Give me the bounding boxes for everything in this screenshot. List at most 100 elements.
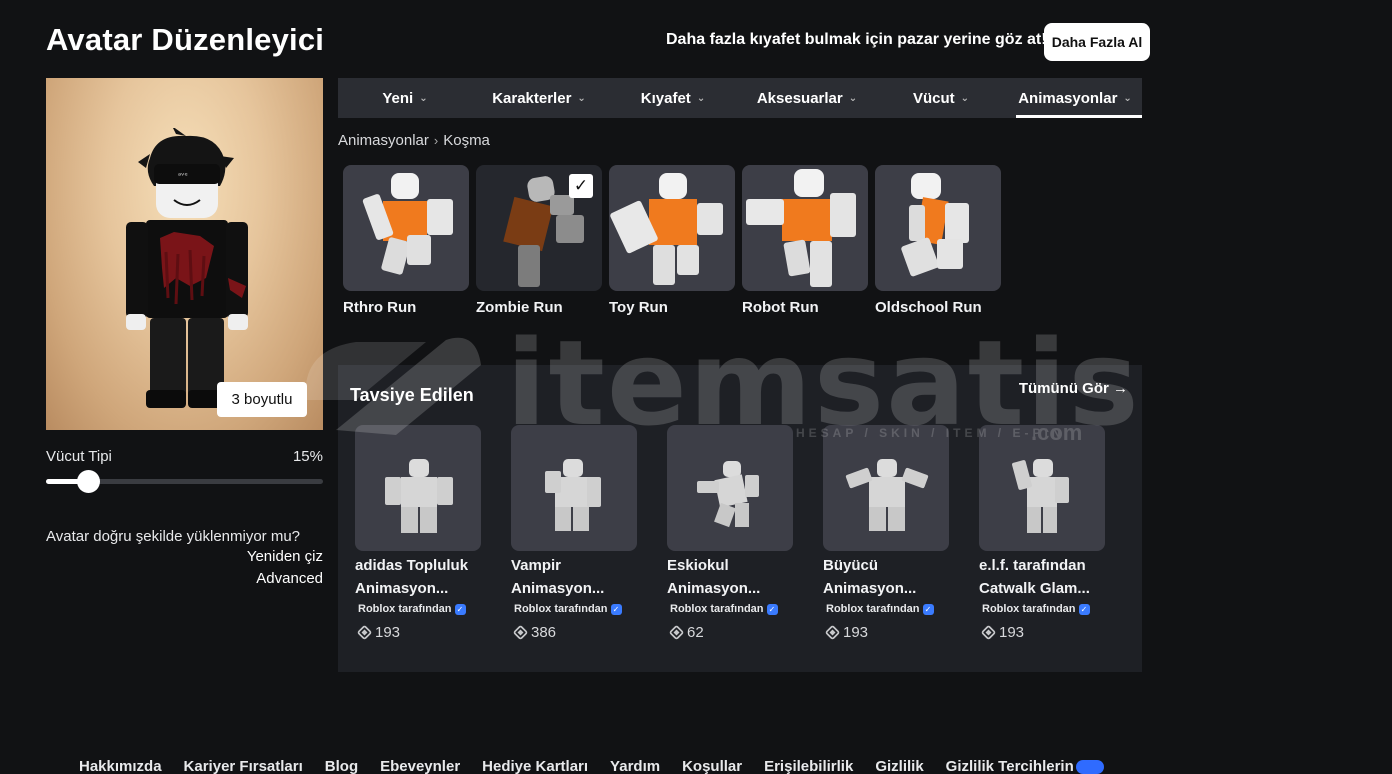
redraw-link[interactable]: Yeniden çiz [247, 548, 323, 565]
tab-animations[interactable]: Animasyonlar ⌄ [1008, 78, 1142, 118]
verified-badge-icon: ✓ [922, 603, 934, 615]
price-value: 193 [843, 624, 869, 641]
run-animation-figure [610, 173, 723, 285]
item-thumbnail [742, 165, 868, 291]
see-all-link[interactable]: Tümünü Gör → [1019, 380, 1128, 397]
recommended-item[interactable]: Vampir Animasyon... Roblox tarafından ✓ 3… [511, 425, 637, 641]
advanced-link[interactable]: Advanced [256, 570, 323, 587]
get-more-button[interactable]: Daha Fazla Al [1044, 23, 1150, 61]
footer-link-careers[interactable]: Kariyer Fırsatları [184, 758, 303, 774]
svg-text:ᵃᵛᵉ: ᵃᵛᵉ [178, 171, 188, 180]
run-animation-figure [901, 173, 969, 277]
creator-label: Roblox tarafından [826, 603, 920, 615]
footer-link-privacy-choices[interactable]: Gizlilik Tercihlerin [946, 758, 1104, 774]
item-creator: Roblox tarafından ✓ [823, 603, 949, 615]
chevron-right-icon: › [433, 133, 439, 148]
item-name: Robot Run [742, 299, 819, 316]
creator-label: Roblox tarafından [982, 603, 1076, 615]
equipped-check-icon[interactable]: ✓ [569, 174, 593, 198]
animation-pack-figure [1012, 459, 1069, 533]
animation-pack-figure [385, 459, 453, 533]
item-card[interactable]: Robot Run [742, 165, 868, 316]
item-card[interactable]: ✓ Zombie Run [476, 165, 602, 316]
body-type-slider[interactable] [46, 470, 323, 493]
chevron-down-icon: ⌄ [960, 92, 970, 104]
footer-link-parents[interactable]: Ebeveynler [380, 758, 460, 774]
item-card[interactable]: Toy Run [609, 165, 735, 316]
item-price: 193 [979, 624, 1105, 641]
tab-label: Kıyafet [640, 89, 691, 107]
item-thumbnail [609, 165, 735, 291]
category-tabs: Yeni ⌄ Karakterler ⌄ Kıyafet ⌄ Aksesuarlar ⌄… [338, 78, 1142, 118]
robux-icon [980, 624, 997, 641]
footer-link-help[interactable]: Yardım [610, 758, 660, 774]
item-name: Zombie Run [476, 299, 563, 316]
tab-accessories[interactable]: Aksesuarlar ⌄ [740, 78, 874, 118]
avatar-preview[interactable]: ᵃᵛᵉ 3 boyutlu [46, 78, 323, 430]
verified-badge-icon: ✓ [454, 603, 466, 615]
chevron-down-icon: ⌄ [577, 92, 586, 104]
item-creator: Roblox tarafından ✓ [667, 603, 793, 615]
item-thumbnail [667, 425, 793, 551]
item-name: adidas Topluluk Animasyon... [355, 557, 469, 597]
footer-link-accessibility[interactable]: Erişilebilirlik [764, 758, 853, 774]
item-thumbnail [875, 165, 1001, 291]
recommended-section: Tavsiye Edilen Tümünü Gör → adidas Toplu… [338, 365, 1142, 672]
footer-link-gift-cards[interactable]: Hediye Kartları [482, 758, 588, 774]
item-creator: Roblox tarafından ✓ [511, 603, 637, 615]
slider-thumb[interactable] [76, 470, 100, 493]
price-value: 62 [687, 624, 704, 641]
run-animation-figure [746, 169, 856, 287]
tab-body[interactable]: Vücut ⌄ [874, 78, 1008, 118]
chevron-down-icon: ⌄ [1123, 92, 1132, 104]
tab-label: Aksesuarlar [756, 89, 843, 107]
view-3d-button[interactable]: 3 boyutlu [217, 382, 307, 417]
item-thumbnail [511, 425, 637, 551]
item-name: Büyücü Animasyon... [823, 557, 917, 597]
footer-link-terms[interactable]: Koşullar [682, 758, 742, 774]
tab-characters[interactable]: Karakterler ⌄ [472, 78, 606, 118]
page-title: Avatar Düzenleyici [46, 22, 325, 57]
item-name: Rthro Run [343, 299, 417, 316]
item-thumbnail [343, 165, 469, 291]
creator-label: Roblox tarafından [514, 603, 608, 615]
verified-badge-icon: ✓ [610, 603, 622, 615]
price-value: 386 [531, 624, 557, 641]
item-name: Oldschool Run [875, 299, 982, 316]
item-price: 386 [511, 624, 637, 641]
item-name: Vampir Animasyon... [511, 557, 605, 597]
footer-link-blog[interactable]: Blog [325, 758, 358, 774]
chevron-down-icon: ⌄ [419, 92, 428, 104]
recommended-item[interactable]: Eskiokul Animasyon... Roblox tarafından ✓… [667, 425, 793, 641]
item-name: Toy Run [609, 299, 668, 316]
recommended-item[interactable]: e.l.f. tarafından Catwalk Glam... Roblox… [979, 425, 1105, 641]
verified-badge-icon: ✓ [766, 603, 778, 615]
tab-label: Vücut [912, 89, 955, 107]
breadcrumb-parent[interactable]: Animasyonlar [338, 132, 429, 149]
recommended-title: Tavsiye Edilen [350, 385, 474, 405]
footer-link-privacy[interactable]: Gizlilik [875, 758, 923, 774]
item-creator: Roblox tarafından ✓ [355, 603, 481, 615]
item-thumbnail [355, 425, 481, 551]
footer-link-about[interactable]: Hakkımızda [79, 758, 162, 774]
item-thumbnail [823, 425, 949, 551]
item-grid: Rthro Run ✓ Zombie Run Toy Run Robot Run… [343, 165, 1001, 316]
load-help-text: Avatar doğru şekilde yüklenmiyor mu? [46, 528, 301, 545]
item-price: 193 [823, 624, 949, 641]
tab-label: Karakterler [492, 89, 572, 107]
tab-new[interactable]: Yeni ⌄ [338, 78, 472, 118]
robux-icon [356, 624, 373, 641]
item-card[interactable]: Oldschool Run [875, 165, 1001, 316]
privacy-choices-label: Gizlilik Tercihlerin [945, 758, 1074, 774]
item-price: 193 [355, 624, 481, 641]
animation-pack-figure [845, 459, 929, 531]
verified-badge-icon: ✓ [1078, 603, 1090, 615]
promo-text: Daha fazla kıyafet bulmak için pazar yer… [666, 31, 1047, 48]
chevron-down-icon: ⌄ [848, 92, 858, 104]
recommended-item[interactable]: Büyücü Animasyon... Roblox tarafından ✓ 1… [823, 425, 949, 641]
recommended-item[interactable]: adidas Topluluk Animasyon... Roblox tara… [355, 425, 481, 641]
item-name: e.l.f. tarafından Catwalk Glam... [979, 557, 1090, 597]
price-value: 193 [999, 624, 1025, 641]
item-card[interactable]: Rthro Run [343, 165, 469, 316]
tab-clothing[interactable]: Kıyafet ⌄ [606, 78, 740, 118]
